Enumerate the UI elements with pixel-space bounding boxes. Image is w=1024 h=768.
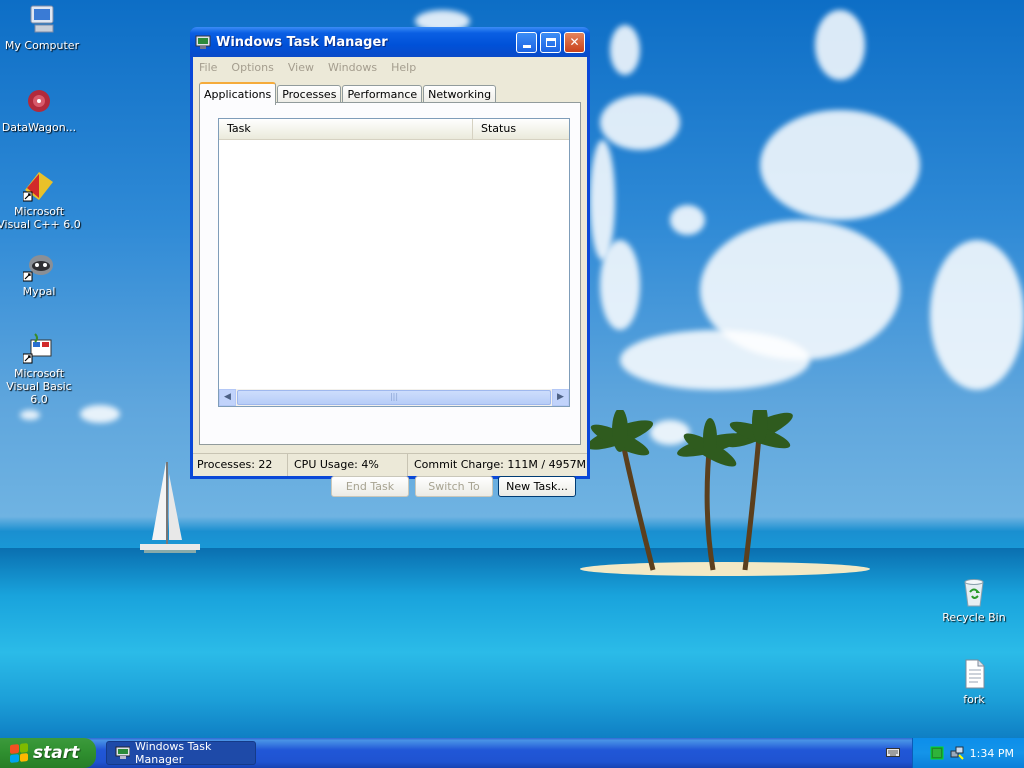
desktop-icon-fork[interactable]: fork [932,658,1016,706]
cloud [760,110,920,220]
end-task-button[interactable]: End Task [331,476,409,497]
menu-options[interactable]: Options [229,61,275,74]
desktop-icon-my-computer[interactable]: My Computer [0,4,84,52]
cloud [610,25,640,75]
visual-cpp-icon [23,172,53,202]
start-label: start [33,743,80,763]
new-task-button[interactable]: New Task... [498,476,576,497]
taskbar: start Windows Task Manager 1:34 PM [0,738,1024,768]
clock[interactable]: 1:34 PM [970,747,1014,760]
switch-to-button[interactable]: Switch To [415,476,493,497]
taskbar-item-task-manager[interactable]: Windows Task Manager [106,740,256,766]
start-button[interactable]: start [0,738,96,768]
taskbar-item-label: Windows Task Manager [135,740,212,766]
desktop-icon-label: Recycle Bin [942,611,1006,624]
desktop-icon-label: Microsoft Visual C++ 6.0 [0,205,81,231]
cloud [620,330,810,390]
task-list[interactable]: Task Status ◀ ||| ▶ [218,118,570,407]
desktop-icon-visual-basic[interactable]: Microsoft Visual Basic 6.0 [0,332,81,406]
desktop-icon-visual-cpp[interactable]: Microsoft Visual C++ 6.0 [0,170,81,231]
cloud [930,240,1024,390]
tab-applications[interactable]: Applications [199,82,277,105]
desktop-icon-label: fork [963,693,985,706]
task-manager-icon [115,746,130,759]
tray-app-icon[interactable] [930,746,944,760]
window-titlebar[interactable]: Windows Task Manager ✕ [190,27,590,57]
task-manager-icon [195,35,211,49]
applications-panel: Task Status ◀ ||| ▶ End Task Switch To N… [199,102,581,497]
menu-file[interactable]: File [197,61,219,74]
recycle-bin-icon [964,579,984,607]
status-cpu-usage: CPU Usage: 4% [288,454,408,476]
desktop-icon-datawagon[interactable]: DataWagon... [0,86,81,134]
scroll-left-button[interactable]: ◀ [219,389,236,406]
menu-view[interactable]: View [286,61,316,74]
keyboard-icon[interactable] [886,746,900,758]
menu-help[interactable]: Help [389,61,418,74]
task-list-header: Task Status [219,119,569,140]
my-computer-icon [30,5,54,33]
system-tray: 1:34 PM [912,738,1024,768]
task-manager-window: Windows Task Manager ✕ File Options View… [190,27,590,497]
window-body: File Options View Windows Help Applicati… [193,57,587,497]
scroll-right-button[interactable]: ▶ [552,389,569,406]
status-commit-charge: Commit Charge: 111M / 4957M [414,458,587,471]
chevron-right-icon: ▶ [557,392,564,402]
palm-trees [586,410,793,571]
minimize-button[interactable] [516,31,537,53]
windows-logo-icon [10,743,28,763]
maximize-icon [545,37,556,47]
menu-bar: File Options View Windows Help [193,57,587,77]
visual-basic-icon [23,333,52,364]
cloud [80,405,120,423]
cloud [600,95,680,150]
desktop-icon-label: DataWagon... [1,121,77,134]
horizontal-scrollbar[interactable]: ◀ ||| ▶ [219,389,569,406]
close-icon: ✕ [569,35,580,49]
desktop-icon-mypal[interactable]: Mypal [0,250,81,298]
mypal-icon [23,255,53,282]
column-header-task[interactable]: Task [219,119,473,139]
column-header-status[interactable]: Status [473,119,569,139]
close-button[interactable]: ✕ [564,31,585,53]
minimize-icon [522,44,531,48]
scrollbar-thumb[interactable]: ||| [237,390,551,405]
grip-icon: ||| [389,392,399,401]
tab-strip: Applications Processes Performance Netwo… [199,81,497,105]
network-icon[interactable] [950,746,964,760]
desktop-icon-label: My Computer [4,39,80,52]
desktop-icon-recycle-bin[interactable]: Recycle Bin [932,576,1016,624]
file-icon [965,659,985,689]
menu-windows[interactable]: Windows [326,61,379,74]
maximize-button[interactable] [540,31,561,53]
desktop-icon-label: Microsoft Visual Basic 6.0 [6,367,72,406]
status-processes: Processes: 22 [193,454,288,476]
sea [0,548,1024,738]
desktop-icon-label: Mypal [22,285,56,298]
cloud [20,410,40,420]
chevron-left-icon: ◀ [224,392,231,402]
cloud [815,10,865,80]
window-title: Windows Task Manager [216,34,388,50]
cloud [590,140,615,260]
datawagon-icon [28,90,50,112]
cloud [670,205,705,235]
status-bar: Processes: 22 CPU Usage: 4% Commit Charg… [193,453,587,476]
